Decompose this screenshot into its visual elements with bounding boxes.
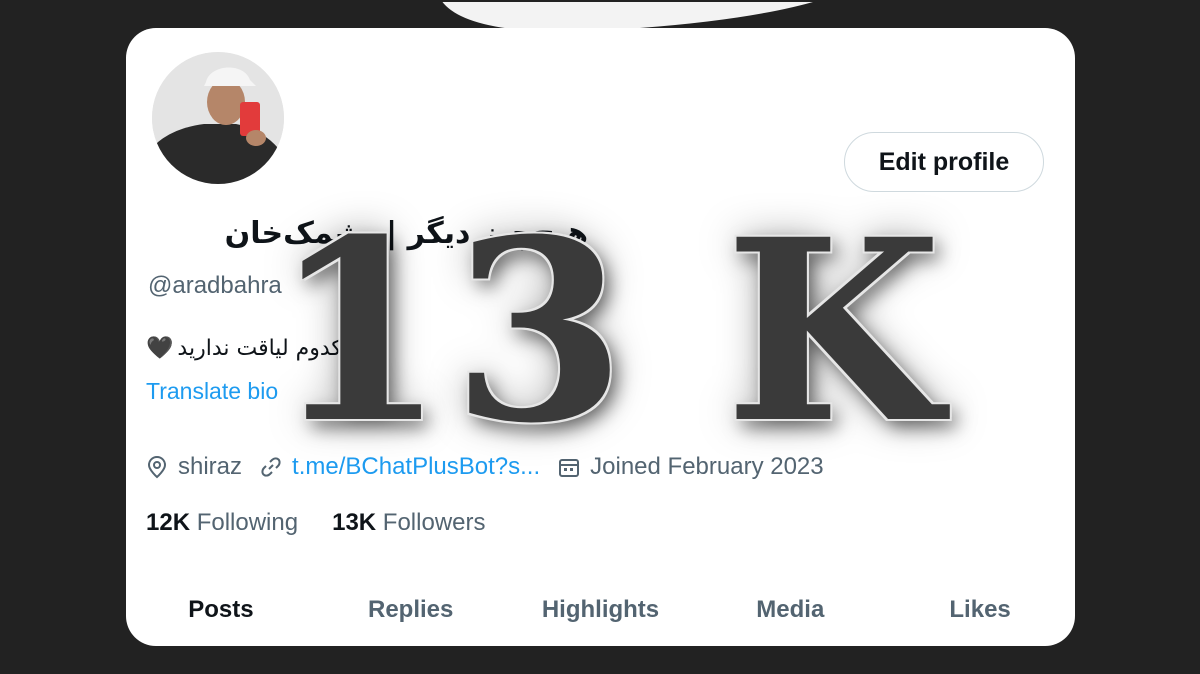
follow-stats: 12K Following 13K Followers [146, 506, 520, 540]
avatar-photo [152, 52, 284, 184]
location-text: shiraz [178, 453, 243, 480]
tab-likes[interactable]: Likes [885, 584, 1075, 636]
edit-profile-button[interactable]: Edit profile [844, 132, 1044, 192]
location-item: shiraz [146, 453, 242, 481]
bio: 🖤 هیچ‌کدوم لیاقت ندارید [146, 328, 374, 368]
tab-media[interactable]: Media [695, 584, 885, 636]
followers-count: 13K [332, 509, 377, 536]
followers-label: Followers [382, 509, 486, 536]
profile-link[interactable]: t.me/BChatPlusBot?s... [292, 453, 540, 481]
location-pin-icon [147, 455, 167, 479]
avatar[interactable] [152, 52, 284, 184]
link-item: t.me/BChatPlusBot?s... [260, 453, 540, 481]
black-heart-emoji: 🖤 [146, 335, 174, 360]
following-count: 12K [146, 509, 191, 536]
joined-text: Joined February 2023 [590, 453, 824, 480]
tab-replies[interactable]: Replies [316, 584, 506, 636]
tab-posts[interactable]: Posts [126, 584, 316, 636]
followers-stat[interactable]: 13K Followers [332, 509, 485, 537]
following-stat[interactable]: 12K Following [146, 509, 298, 537]
translate-bio-link[interactable]: Translate bio [146, 378, 278, 405]
bio-text: هیچ‌کدوم لیاقت ندارید [177, 335, 375, 361]
joined-item: Joined February 2023 [558, 453, 824, 481]
display-name: هیچ‌چیز دیگر | پشمک‌خان [224, 216, 588, 251]
calendar-icon [559, 459, 580, 477]
tab-highlights[interactable]: Highlights [506, 584, 696, 636]
link-icon [261, 457, 281, 477]
profile-tabs: Posts Replies Highlights Media Likes [126, 584, 1075, 636]
following-label: Following [196, 509, 299, 536]
user-handle: @aradbahra [148, 272, 282, 299]
profile-meta: shiraz t.me/BChatPlusBot?s... Joined Feb… [146, 450, 842, 484]
profile-card: Edit profile هیچ‌چیز دیگر | پشمک‌خان @ar… [126, 28, 1075, 646]
